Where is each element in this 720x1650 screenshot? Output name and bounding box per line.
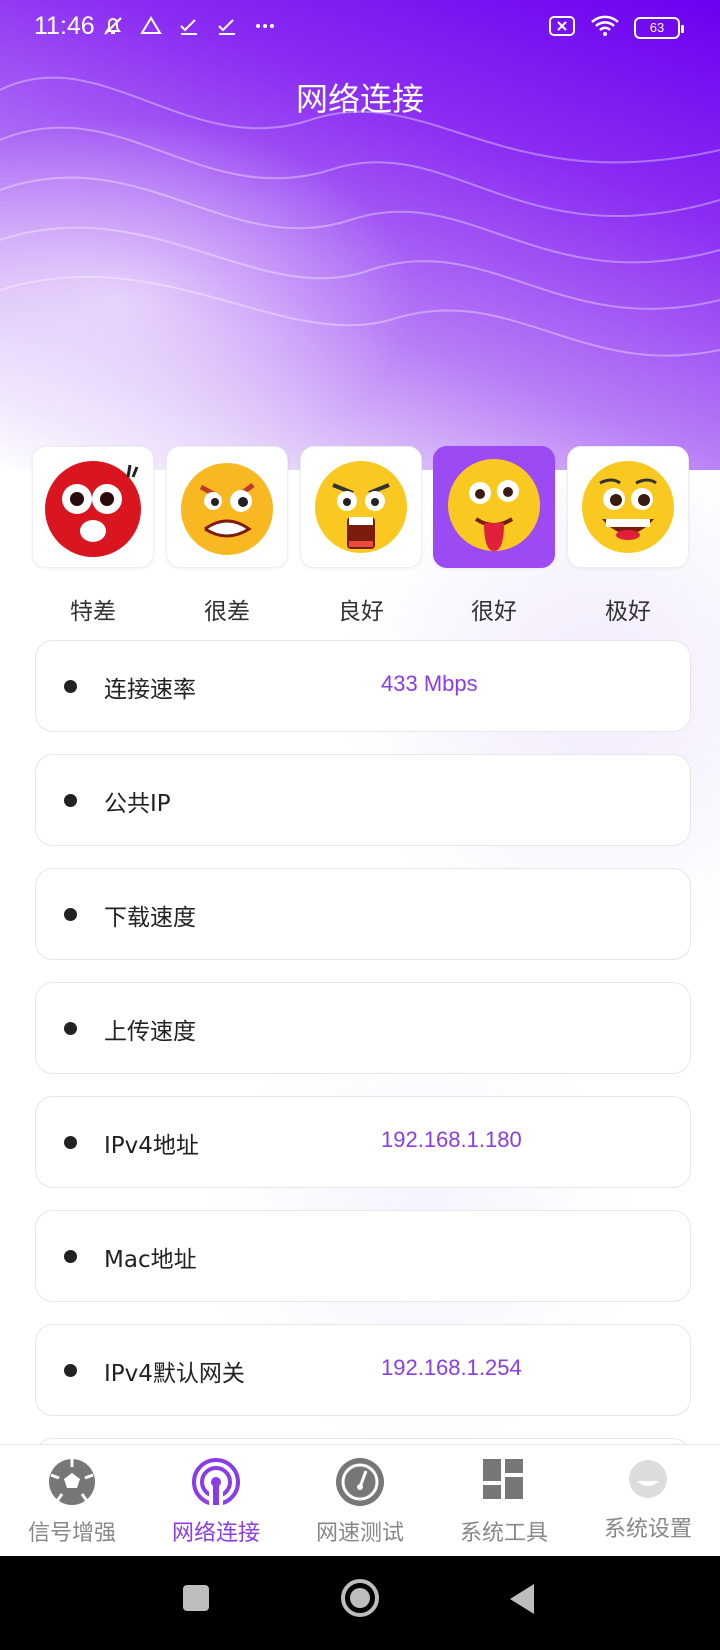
status-bar: 11:46 63 bbox=[0, 0, 720, 56]
status-icons-right: 63 bbox=[548, 14, 684, 42]
rating-option-very-good[interactable]: 很好 bbox=[433, 446, 555, 626]
screaming-face-icon bbox=[315, 461, 407, 553]
nav-item-system-tools[interactable]: 系统工具 bbox=[432, 1445, 576, 1557]
rating-option-excellent[interactable]: 极好 bbox=[567, 446, 689, 626]
info-row-upload-speed: 上传速度 bbox=[35, 982, 691, 1074]
bullet-icon bbox=[64, 1136, 77, 1149]
bullet-icon bbox=[64, 680, 77, 693]
info-row-ipv4-gateway: IPv4默认网关 192.168.1.254 bbox=[35, 1324, 691, 1416]
rating-option-very-bad[interactable]: 特差 bbox=[32, 446, 154, 626]
bullet-icon bbox=[64, 1022, 77, 1035]
wifi-icon bbox=[590, 14, 620, 42]
grid-icon bbox=[483, 1459, 523, 1499]
recent-apps-button[interactable] bbox=[180, 1582, 212, 1614]
info-row-ipv4-address: IPv4地址 192.168.1.180 bbox=[35, 1096, 691, 1188]
rating-label: 特差 bbox=[70, 599, 116, 625]
rating-card[interactable] bbox=[567, 446, 689, 568]
header-background bbox=[0, 0, 720, 470]
info-label: Mac地址 bbox=[104, 1247, 197, 1273]
bottom-nav: 信号增强 网络连接 网速测试 系统工具 系统设置 bbox=[0, 1444, 720, 1556]
info-row-public-ip: 公共IP bbox=[35, 754, 691, 846]
info-label: IPv4默认网关 bbox=[104, 1361, 245, 1387]
check-icon bbox=[176, 14, 202, 44]
angry-face-icon bbox=[181, 463, 273, 555]
shocked-red-face-icon bbox=[45, 461, 141, 557]
home-button[interactable] bbox=[340, 1578, 380, 1618]
mute-notification-icon bbox=[100, 14, 126, 44]
nav-item-signal-boost[interactable]: 信号增强 bbox=[0, 1445, 144, 1557]
bullet-icon bbox=[64, 1364, 77, 1377]
bullet-icon bbox=[64, 794, 77, 807]
status-time: 11:46 bbox=[34, 12, 95, 40]
bullet-icon bbox=[64, 908, 77, 921]
nav-label: 系统设置 bbox=[603, 1517, 692, 1542]
nav-label: 系统工具 bbox=[459, 1521, 548, 1546]
info-value: 433 Mbps bbox=[381, 671, 478, 696]
rating-label: 很差 bbox=[204, 599, 250, 625]
rating-label: 良好 bbox=[338, 599, 384, 625]
nav-item-network-connection[interactable]: 网络连接 bbox=[144, 1445, 288, 1557]
rating-card[interactable] bbox=[32, 446, 154, 568]
rating-card[interactable] bbox=[300, 446, 422, 568]
rating-option-good[interactable]: 良好 bbox=[300, 446, 422, 626]
check-icon bbox=[214, 14, 240, 44]
info-label: 上传速度 bbox=[104, 1019, 196, 1045]
rating-option-bad[interactable]: 很差 bbox=[166, 446, 288, 626]
drive-icon bbox=[138, 14, 164, 44]
settings-icon bbox=[629, 1460, 667, 1498]
status-icons-left bbox=[100, 14, 278, 44]
bullet-icon bbox=[64, 1250, 77, 1263]
tongue-out-face-icon bbox=[448, 459, 540, 551]
page-title: 网络连接 bbox=[295, 80, 424, 118]
nav-label: 网速测试 bbox=[315, 1521, 404, 1546]
info-row-mac-address: Mac地址 bbox=[35, 1210, 691, 1302]
broadcast-icon bbox=[192, 1458, 240, 1507]
nav-item-speed-test[interactable]: 网速测试 bbox=[288, 1445, 432, 1557]
back-button[interactable] bbox=[506, 1582, 538, 1616]
system-nav-bar bbox=[0, 1556, 720, 1650]
info-row-download-speed: 下载速度 bbox=[35, 868, 691, 960]
battery-icon: 63 bbox=[634, 17, 684, 39]
rating-card-selected[interactable] bbox=[433, 446, 555, 568]
nav-item-system-settings[interactable]: 系统设置 bbox=[576, 1445, 720, 1557]
info-value: 192.168.1.180 bbox=[381, 1127, 522, 1152]
rating-label: 很好 bbox=[471, 599, 517, 625]
football-icon bbox=[49, 1459, 95, 1505]
info-label: IPv4地址 bbox=[104, 1133, 199, 1159]
rating-selector: 特差 很差 良好 很好 极好 bbox=[32, 446, 690, 626]
rating-card[interactable] bbox=[166, 446, 288, 568]
info-label: 连接速率 bbox=[104, 677, 196, 703]
info-label: 公共IP bbox=[104, 791, 171, 817]
grinning-face-icon bbox=[582, 461, 674, 553]
sim-off-icon bbox=[548, 15, 576, 41]
info-value: 192.168.1.254 bbox=[381, 1355, 522, 1380]
rating-label: 极好 bbox=[605, 599, 651, 625]
nav-label: 信号增强 bbox=[27, 1521, 116, 1546]
speedometer-icon bbox=[336, 1458, 384, 1506]
more-icon bbox=[252, 14, 278, 44]
info-row-connection-speed: 连接速率 433 Mbps bbox=[35, 640, 691, 732]
wave-pattern bbox=[0, 76, 720, 357]
info-label: 下载速度 bbox=[104, 905, 196, 931]
nav-label: 网络连接 bbox=[171, 1521, 260, 1546]
